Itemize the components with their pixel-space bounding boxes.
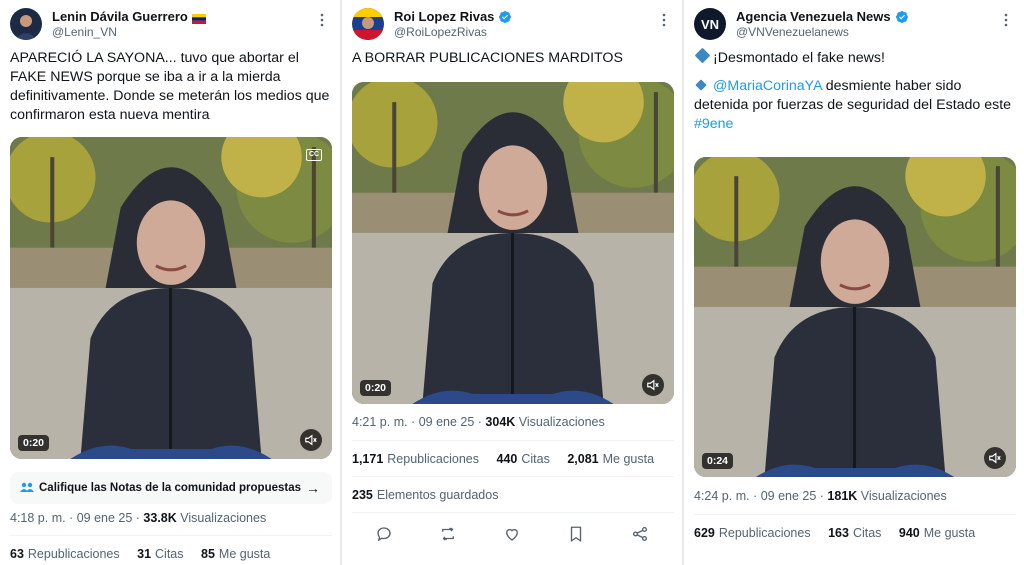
user-handle[interactable]: @Lenin_VN	[52, 25, 117, 39]
views-count: 181K	[827, 489, 858, 503]
community-notes-label: Califique las Notas de la comunidad prop…	[39, 482, 302, 494]
blue-diamond-icon	[694, 47, 711, 64]
reposts-count[interactable]: 629	[694, 526, 715, 540]
views-label: Visualizaciones	[518, 415, 605, 429]
verified-badge-icon	[895, 10, 909, 24]
video-duration: 0:24	[702, 453, 734, 469]
quotes-count[interactable]: 31	[137, 547, 151, 561]
display-name-text[interactable]: Lenin Dávila Guerrero	[52, 9, 188, 24]
captions-icon[interactable]: CC	[306, 149, 322, 161]
divider	[352, 440, 674, 441]
video-duration: 0:20	[360, 380, 392, 396]
avatar[interactable]	[352, 8, 384, 40]
engagement-stats: 629 Republicaciones 163 Citas 940 Me gusta	[694, 526, 975, 540]
video-frame	[10, 137, 332, 459]
video-frame	[694, 157, 1016, 477]
quotes-label[interactable]: Citas	[155, 547, 183, 561]
arrow-right-icon: →	[306, 480, 320, 496]
display-name-text[interactable]: Agencia Venezuela News	[736, 9, 891, 24]
video-player[interactable]: CC 0:20	[10, 137, 332, 459]
reposts-count[interactable]: 63	[10, 547, 24, 561]
reposts-count[interactable]: 1,171	[352, 452, 383, 466]
video-player[interactable]: 0:24	[694, 157, 1016, 477]
display-name[interactable]: Agencia Venezuela News	[736, 9, 909, 24]
likes-count[interactable]: 2,081	[567, 452, 598, 466]
quotes-count[interactable]: 163	[828, 526, 849, 540]
views-count: 304K	[485, 415, 516, 429]
user-handle[interactable]: @RoiLopezRivas	[394, 25, 487, 39]
tweet-line-1: ¡Desmontado el fake news!	[713, 50, 885, 66]
tweet-card-1: Lenin Dávila Guerrero @Lenin_VN APARECIÓ…	[0, 0, 340, 565]
display-name-text[interactable]: Roi Lopez Rivas	[394, 9, 494, 24]
user-handle[interactable]: @VNVenezuelanews	[736, 25, 849, 39]
bookmarks-stats: 235 Elementos guardados	[352, 488, 498, 502]
quotes-label[interactable]: Citas	[853, 526, 881, 540]
action-bar	[352, 522, 672, 546]
tweet-text: ¡Desmontado el fake news! @MariaCorinaYA…	[694, 47, 1016, 134]
community-notes-icon	[20, 481, 34, 496]
tweet-meta: 4:18 p. m. · 09 ene 25 · 33.8K Visualiza…	[10, 511, 266, 525]
quotes-label[interactable]: Citas	[521, 452, 549, 466]
avatar[interactable]: VN	[694, 8, 726, 40]
more-icon[interactable]	[656, 12, 672, 28]
timestamp[interactable]: 4:24 p. m. · 09 ene 25 ·	[694, 489, 827, 503]
tweet-text: A BORRAR PUBLICACIONES MARDITOS	[352, 50, 623, 66]
like-icon[interactable]	[502, 524, 522, 544]
video-frame	[352, 82, 674, 404]
reposts-label[interactable]: Republicaciones	[719, 526, 811, 540]
tweet-card-3: VN Agencia Venezuela News @VNVenezuelane…	[684, 0, 1024, 565]
svg-text:VN: VN	[701, 17, 719, 32]
more-icon[interactable]	[998, 12, 1014, 28]
video-duration: 0:20	[18, 435, 50, 451]
reposts-label[interactable]: Republicaciones	[387, 452, 479, 466]
divider	[352, 512, 674, 513]
display-name[interactable]: Roi Lopez Rivas	[394, 9, 512, 24]
divider	[10, 535, 332, 536]
small-blue-diamond-icon	[695, 79, 707, 91]
tweet-meta: 4:24 p. m. · 09 ene 25 · 181K Visualizac…	[694, 489, 947, 503]
engagement-stats: 63 Republicaciones 31 Citas 85 Me gusta	[10, 547, 270, 561]
timestamp[interactable]: 4:21 p. m. · 09 ene 25 ·	[352, 415, 485, 429]
hashtag-link[interactable]: #9ene	[694, 116, 733, 132]
venezuela-flag-icon	[191, 12, 206, 24]
bookmark-icon[interactable]	[566, 524, 586, 544]
likes-count[interactable]: 85	[201, 547, 215, 561]
mute-icon[interactable]	[642, 374, 664, 396]
likes-label[interactable]: Me gusta	[219, 547, 270, 561]
timestamp[interactable]: 4:18 p. m. · 09 ene 25 ·	[10, 511, 143, 525]
divider	[352, 476, 674, 477]
likes-count[interactable]: 940	[899, 526, 920, 540]
reposts-label[interactable]: Republicaciones	[28, 547, 120, 561]
mention-link[interactable]: @MariaCorinaYA	[713, 78, 822, 94]
likes-label[interactable]: Me gusta	[603, 452, 654, 466]
engagement-stats: 1,171 Republicaciones 440 Citas 2,081 Me gu…	[352, 452, 654, 466]
quotes-count[interactable]: 440	[497, 452, 518, 466]
verified-badge-icon	[498, 10, 512, 24]
views-label: Visualizaciones	[180, 511, 267, 525]
views-count: 33.8K	[143, 511, 177, 525]
community-notes-button[interactable]: Califique las Notas de la comunidad prop…	[10, 472, 332, 504]
video-player[interactable]: 0:20	[352, 82, 674, 404]
mute-icon[interactable]	[300, 429, 322, 451]
divider	[694, 514, 1016, 515]
saved-count[interactable]: 235	[352, 488, 373, 502]
tweet-text: APARECIÓ LA SAYONA... tuvo que abortar e…	[10, 50, 330, 123]
tweet-meta: 4:21 p. m. · 09 ene 25 · 304K Visualizac…	[352, 415, 605, 429]
tweet-card-2: Roi Lopez Rivas @RoiLopezRivas A BORRAR …	[342, 0, 682, 565]
mute-icon[interactable]	[984, 447, 1006, 469]
saved-label[interactable]: Elementos guardados	[377, 488, 499, 502]
more-icon[interactable]	[314, 12, 330, 28]
avatar[interactable]	[10, 8, 42, 40]
repost-icon[interactable]	[438, 524, 458, 544]
reply-icon[interactable]	[374, 524, 394, 544]
likes-label[interactable]: Me gusta	[924, 526, 975, 540]
display-name[interactable]: Lenin Dávila Guerrero	[52, 9, 206, 24]
views-label: Visualizaciones	[860, 489, 947, 503]
share-icon[interactable]	[630, 524, 650, 544]
